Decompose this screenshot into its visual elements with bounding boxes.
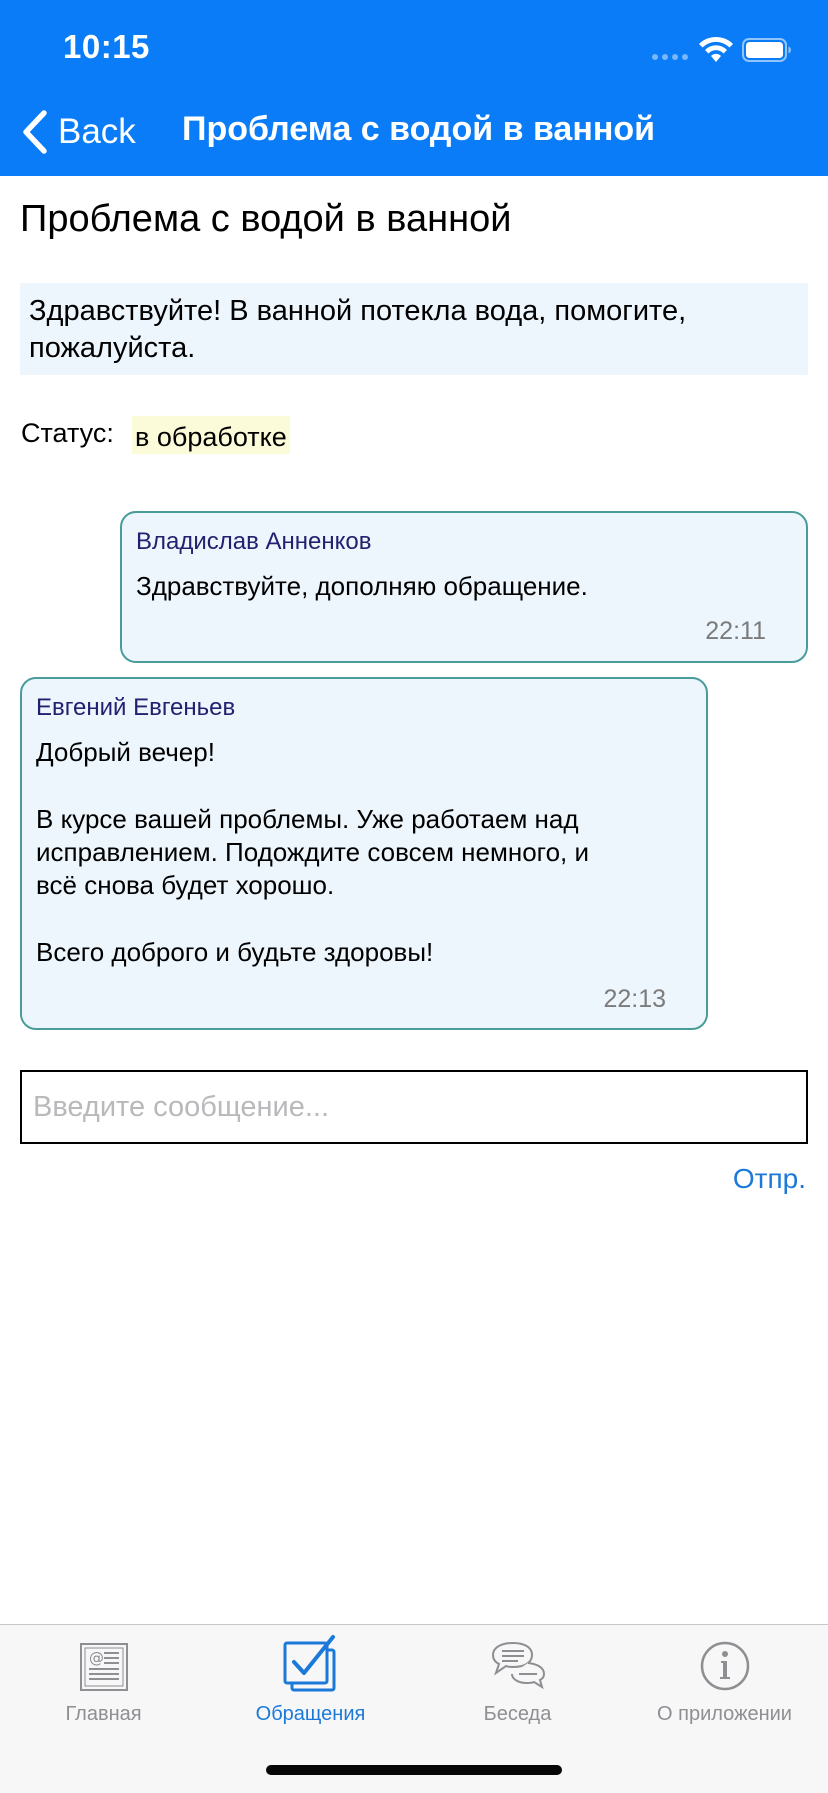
tab-home[interactable]: @ Главная: [0, 1633, 207, 1733]
home-indicator: [266, 1765, 562, 1775]
issue-description-line: Здравствуйте! В ванной потекла вода, пом…: [29, 295, 687, 327]
tab-label: Беседа: [483, 1703, 552, 1725]
message-author: Владислав Анненков: [136, 528, 372, 555]
message-text: исправлением. Подождите совсем немного, …: [36, 837, 590, 867]
status-badge: в обработке: [132, 416, 290, 454]
status-label: Статус:: [21, 418, 114, 448]
cellular-signal-icon: [652, 54, 688, 60]
message-bubble: Евгений Евгеньев Добрый вечер! В курсе в…: [20, 677, 708, 1030]
message-input[interactable]: [20, 1070, 808, 1144]
message-text: Здравствуйте, дополняю обращение.: [136, 571, 588, 601]
wifi-icon: [699, 36, 733, 62]
battery-icon: [742, 38, 791, 62]
checkbox-icon: [283, 1635, 335, 1692]
newspaper-icon: @: [79, 1643, 128, 1691]
send-button[interactable]: Отпр.: [733, 1163, 806, 1195]
tab-about[interactable]: О приложении: [621, 1633, 828, 1733]
tab-requests[interactable]: Обращения: [207, 1633, 414, 1733]
tab-label: Главная: [65, 1703, 142, 1725]
message-text: Всего доброго и будьте здоровы!: [36, 937, 434, 967]
svg-text:@: @: [89, 1649, 104, 1667]
back-button-label: Back: [58, 112, 136, 151]
chevron-left-icon: [23, 110, 47, 154]
page-title: Проблема с водой в ванной: [20, 198, 512, 240]
message-text: В курсе вашей проблемы. Уже работаем над: [36, 804, 579, 834]
status-bar-time: 10:15: [63, 28, 150, 65]
message-bubble: Владислав Анненков Здравствуйте, дополня…: [120, 511, 808, 663]
nav-title: Проблема с водой в ванной: [182, 110, 656, 148]
tab-label: Обращения: [255, 1703, 366, 1725]
message-time: 22:13: [603, 985, 666, 1013]
message-text: всё снова будет хорошо.: [36, 870, 335, 900]
message-time: 22:11: [705, 617, 766, 645]
back-button[interactable]: Back: [22, 108, 136, 156]
tab-chat[interactable]: Беседа: [414, 1633, 621, 1733]
message-author: Евгений Евгеньев: [36, 694, 236, 721]
info-icon: [700, 1641, 749, 1691]
message-text: Добрый вечер!: [36, 737, 215, 767]
chat-bubbles-icon: [491, 1641, 545, 1690]
issue-description-line: пожалуйста.: [29, 332, 196, 364]
tab-label: О приложении: [657, 1703, 792, 1725]
navigation-header: 10:15 Back Проблема с водой в ванной: [0, 0, 828, 176]
issue-description: Здравствуйте! В ванной потекла вода, пом…: [20, 283, 808, 375]
